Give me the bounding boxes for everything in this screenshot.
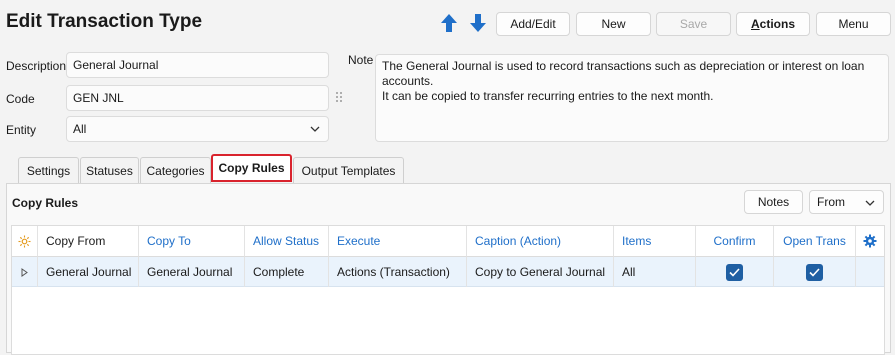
page-title: Edit Transaction Type xyxy=(6,11,203,32)
copy-rules-table: Copy From Copy To Allow Status Execute C… xyxy=(11,225,885,355)
col-allow-status[interactable]: Allow Status xyxy=(245,226,329,257)
actions-label: ctions xyxy=(759,17,795,31)
cell-copy-from[interactable]: General Journal xyxy=(38,257,139,287)
col-caption[interactable]: Caption (Action) xyxy=(467,226,614,257)
col-copy-to[interactable]: Copy To xyxy=(139,226,245,257)
triangle-right-icon xyxy=(21,267,28,277)
arrow-up-icon xyxy=(441,14,457,32)
arrow-down-icon xyxy=(470,14,486,32)
menu-button[interactable]: Menu xyxy=(816,12,891,36)
table-row[interactable]: General Journal General Journal Complete… xyxy=(12,257,884,287)
checkmark-icon xyxy=(729,267,740,277)
checkmark-icon xyxy=(809,267,820,277)
cell-allow-status[interactable]: Complete xyxy=(245,257,329,287)
cell-open-trans[interactable] xyxy=(774,257,856,287)
cell-items[interactable]: All xyxy=(614,257,696,287)
note-label: Note xyxy=(348,53,374,67)
chevron-down-icon xyxy=(310,126,320,132)
entity-select[interactable]: All xyxy=(66,116,329,142)
sun-icon xyxy=(18,235,31,247)
cell-empty xyxy=(856,257,884,287)
save-button[interactable]: Save xyxy=(656,12,731,36)
confirm-checkbox[interactable] xyxy=(726,263,743,281)
row-expander[interactable] xyxy=(12,257,38,287)
from-select[interactable]: From xyxy=(809,190,884,214)
cell-caption[interactable]: Copy to General Journal xyxy=(467,257,614,287)
section-title: Copy Rules xyxy=(12,196,79,210)
cell-confirm[interactable] xyxy=(696,257,774,287)
from-select-value: From xyxy=(817,195,845,209)
entity-value: All xyxy=(73,122,87,136)
gear-icon xyxy=(863,234,877,248)
cell-execute[interactable]: Actions (Transaction) xyxy=(329,257,467,287)
actions-button[interactable]: Actions xyxy=(736,12,810,36)
move-down-button[interactable] xyxy=(469,13,487,33)
note-line-2: It can be copied to transfer recurring e… xyxy=(382,89,714,103)
description-label: Description xyxy=(6,59,67,73)
tab-settings[interactable]: Settings xyxy=(18,157,79,183)
tab-categories[interactable]: Categories xyxy=(140,157,211,183)
col-open-trans[interactable]: Open Trans xyxy=(774,226,856,257)
col-copy-from[interactable]: Copy From xyxy=(38,226,139,257)
new-button[interactable]: New xyxy=(576,12,651,36)
add-edit-button[interactable]: Add/Edit xyxy=(496,12,570,36)
new-row-header[interactable] xyxy=(12,226,38,257)
description-field[interactable]: General Journal xyxy=(66,52,329,78)
col-execute[interactable]: Execute xyxy=(329,226,467,257)
code-label: Code xyxy=(6,92,35,106)
tab-statuses[interactable]: Statuses xyxy=(80,157,139,183)
move-up-button[interactable] xyxy=(440,13,458,33)
actions-mnemonic: A xyxy=(750,17,760,31)
open-trans-checkbox[interactable] xyxy=(806,263,823,281)
notes-button[interactable]: Notes xyxy=(744,190,803,214)
tab-copy-rules[interactable]: Copy Rules xyxy=(211,154,292,182)
col-confirm[interactable]: Confirm xyxy=(696,226,774,257)
col-items[interactable]: Items xyxy=(614,226,696,257)
grip-icon[interactable] xyxy=(335,91,343,106)
tab-output-templates[interactable]: Output Templates xyxy=(293,157,404,183)
code-field[interactable]: GEN JNL xyxy=(66,85,329,111)
chevron-down-icon xyxy=(865,200,875,206)
note-line-1: The General Journal is used to record tr… xyxy=(382,59,865,88)
column-settings-button[interactable] xyxy=(856,226,884,257)
note-textarea[interactable]: The General Journal is used to record tr… xyxy=(375,54,889,142)
cell-copy-to[interactable]: General Journal xyxy=(139,257,245,287)
entity-label: Entity xyxy=(6,123,37,137)
